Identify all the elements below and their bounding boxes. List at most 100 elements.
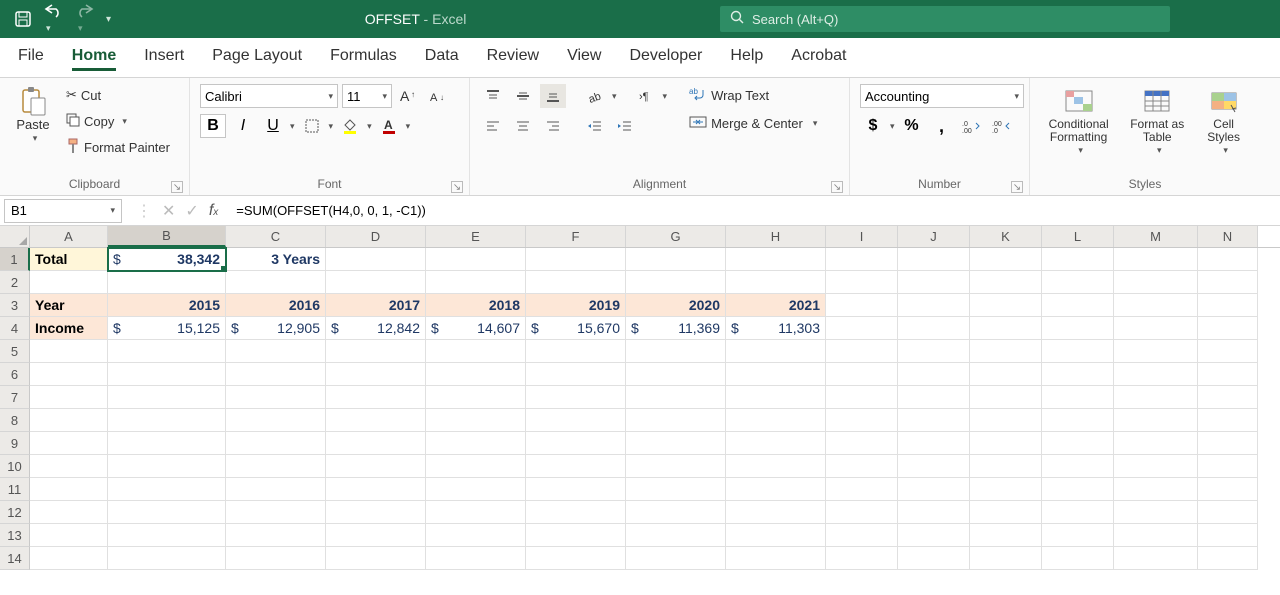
cell-N7[interactable]	[1198, 386, 1258, 409]
cell-H8[interactable]	[726, 409, 826, 432]
cell-L8[interactable]	[1042, 409, 1114, 432]
cell-F5[interactable]	[526, 340, 626, 363]
cell-K11[interactable]	[970, 478, 1042, 501]
tab-acrobat[interactable]: Acrobat	[791, 47, 846, 71]
row-header-4[interactable]: 4	[0, 317, 30, 340]
format-as-table-button[interactable]: Format as Table▾	[1125, 84, 1189, 156]
cell-D4[interactable]: $12,842	[326, 317, 426, 340]
cell-B2[interactable]	[108, 271, 226, 294]
cell-L4[interactable]	[1042, 317, 1114, 340]
search-box[interactable]	[720, 6, 1170, 32]
cell-K12[interactable]	[970, 501, 1042, 524]
col-header-j[interactable]: J	[898, 226, 970, 247]
cell-F3[interactable]: 2019	[526, 294, 626, 317]
increase-indent-icon[interactable]	[612, 114, 638, 138]
cell-J7[interactable]	[898, 386, 970, 409]
cell-J5[interactable]	[898, 340, 970, 363]
borders-button[interactable]	[299, 114, 325, 138]
cell-F11[interactable]	[526, 478, 626, 501]
cell-B11[interactable]	[108, 478, 226, 501]
number-launcher[interactable]: ↘	[1011, 181, 1023, 193]
cell-I7[interactable]	[826, 386, 898, 409]
row-header-5[interactable]: 5	[0, 340, 30, 363]
tab-data[interactable]: Data	[425, 47, 459, 71]
cell-G3[interactable]: 2020	[626, 294, 726, 317]
wrap-text-button[interactable]: abWrap Text	[687, 84, 819, 106]
cell-J14[interactable]	[898, 547, 970, 570]
cell-I8[interactable]	[826, 409, 898, 432]
cell-I3[interactable]	[826, 294, 898, 317]
col-header-n[interactable]: N	[1198, 226, 1258, 247]
cell-C8[interactable]	[226, 409, 326, 432]
cell-G2[interactable]	[626, 271, 726, 294]
cell-N8[interactable]	[1198, 409, 1258, 432]
cell-G10[interactable]	[626, 455, 726, 478]
cell-N12[interactable]	[1198, 501, 1258, 524]
tab-formulas[interactable]: Formulas	[330, 47, 397, 71]
cell-N2[interactable]	[1198, 271, 1258, 294]
row-header-1[interactable]: 1	[0, 248, 30, 271]
bold-button[interactable]: B	[200, 114, 226, 138]
tab-file[interactable]: File	[18, 47, 44, 71]
number-format-combo[interactable]: Accounting▾	[860, 84, 1024, 108]
cell-E2[interactable]	[426, 271, 526, 294]
cell-styles-button[interactable]: Cell Styles▾	[1197, 84, 1250, 156]
cell-I11[interactable]	[826, 478, 898, 501]
cell-J8[interactable]	[898, 409, 970, 432]
cell-B4[interactable]: $15,125	[108, 317, 226, 340]
cell-D11[interactable]	[326, 478, 426, 501]
cell-C3[interactable]: 2016	[226, 294, 326, 317]
cell-F7[interactable]	[526, 386, 626, 409]
cell-A2[interactable]	[30, 271, 108, 294]
cell-N9[interactable]	[1198, 432, 1258, 455]
cell-E14[interactable]	[426, 547, 526, 570]
cell-L10[interactable]	[1042, 455, 1114, 478]
cell-F10[interactable]	[526, 455, 626, 478]
cell-F14[interactable]	[526, 547, 626, 570]
increase-font-icon[interactable]: A↑	[396, 84, 422, 108]
cell-L3[interactable]	[1042, 294, 1114, 317]
cell-D8[interactable]	[326, 409, 426, 432]
cell-A3[interactable]: Year	[30, 294, 108, 317]
cell-N13[interactable]	[1198, 524, 1258, 547]
cell-F2[interactable]	[526, 271, 626, 294]
font-launcher[interactable]: ↘	[451, 181, 463, 193]
cell-D14[interactable]	[326, 547, 426, 570]
cell-D12[interactable]	[326, 501, 426, 524]
cell-L2[interactable]	[1042, 271, 1114, 294]
cancel-formula-icon[interactable]: ✕	[162, 201, 175, 221]
cell-C2[interactable]	[226, 271, 326, 294]
cell-M11[interactable]	[1114, 478, 1198, 501]
enter-formula-icon[interactable]: ✓	[185, 201, 198, 221]
tab-page-layout[interactable]: Page Layout	[212, 47, 302, 71]
cell-B6[interactable]	[108, 363, 226, 386]
cell-I14[interactable]	[826, 547, 898, 570]
cell-M5[interactable]	[1114, 340, 1198, 363]
cell-J12[interactable]	[898, 501, 970, 524]
cell-N10[interactable]	[1198, 455, 1258, 478]
cell-I10[interactable]	[826, 455, 898, 478]
cell-C9[interactable]	[226, 432, 326, 455]
select-all-corner[interactable]	[0, 226, 30, 247]
cell-M3[interactable]	[1114, 294, 1198, 317]
cell-K3[interactable]	[970, 294, 1042, 317]
cell-C11[interactable]	[226, 478, 326, 501]
cell-A5[interactable]	[30, 340, 108, 363]
cell-H3[interactable]: 2021	[726, 294, 826, 317]
cell-G13[interactable]	[626, 524, 726, 547]
align-middle-icon[interactable]	[510, 84, 536, 108]
cell-G1[interactable]	[626, 248, 726, 271]
cell-G12[interactable]	[626, 501, 726, 524]
cell-H2[interactable]	[726, 271, 826, 294]
alignment-launcher[interactable]: ↘	[831, 181, 843, 193]
cell-G11[interactable]	[626, 478, 726, 501]
col-header-c[interactable]: C	[226, 226, 326, 247]
italic-button[interactable]: I	[230, 114, 256, 138]
col-header-l[interactable]: L	[1042, 226, 1114, 247]
cell-J3[interactable]	[898, 294, 970, 317]
cell-G8[interactable]	[626, 409, 726, 432]
cell-E4[interactable]: $14,607	[426, 317, 526, 340]
cell-G5[interactable]	[626, 340, 726, 363]
merge-center-button[interactable]: Merge & Center▾	[687, 112, 819, 134]
cell-I13[interactable]	[826, 524, 898, 547]
